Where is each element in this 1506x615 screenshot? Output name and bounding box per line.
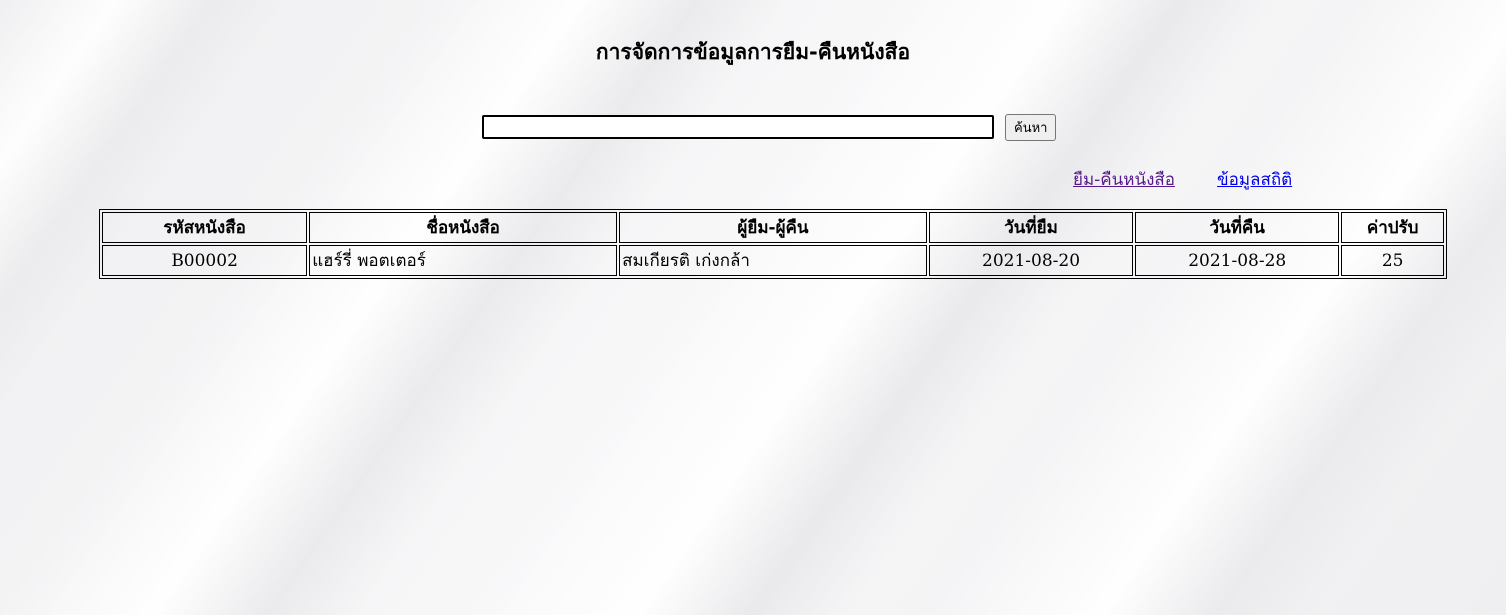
cell-fine: 25: [1341, 245, 1444, 276]
table-row: B00002 แฮร์รี่ พอตเตอร์ สมเกียรติ เก่งกล…: [102, 245, 1444, 276]
search-input[interactable]: [482, 115, 994, 139]
cell-borrow-date: 2021-08-20: [928, 245, 1134, 276]
header-fine: ค่าปรับ: [1341, 212, 1444, 243]
table-header-row: รหัสหนังสือ ชื่อหนังสือ ผู้ยืม-ผู้คืน วั…: [102, 212, 1444, 243]
cell-return-date: 2021-08-28: [1135, 245, 1340, 276]
cell-book-id: B00002: [102, 245, 308, 276]
page-background: [0, 0, 1506, 615]
cell-borrower: สมเกียรติ เก่งกล้า: [619, 245, 927, 276]
header-borrower: ผู้ยืม-ผู้คืน: [619, 212, 927, 243]
header-return-date: วันที่คืน: [1135, 212, 1340, 243]
header-book-id: รหัสหนังสือ: [102, 212, 308, 243]
borrow-records-table: รหัสหนังสือ ชื่อหนังสือ ผู้ยืม-ผู้คืน วั…: [99, 209, 1447, 279]
search-button[interactable]: ค้นหา: [1005, 114, 1057, 141]
page-title: การจัดการข้อมูลการยืม-คืนหนังสือ: [595, 40, 911, 64]
header-borrow-date: วันที่ยืม: [928, 212, 1134, 243]
cell-book-title: แฮร์รี่ พอตเตอร์: [309, 245, 618, 276]
statistics-link[interactable]: ข้อมูลสถิติ: [1217, 166, 1292, 193]
header-book-title: ชื่อหนังสือ: [309, 212, 618, 243]
borrow-return-link[interactable]: ยืม-คืนหนังสือ: [1073, 166, 1175, 193]
